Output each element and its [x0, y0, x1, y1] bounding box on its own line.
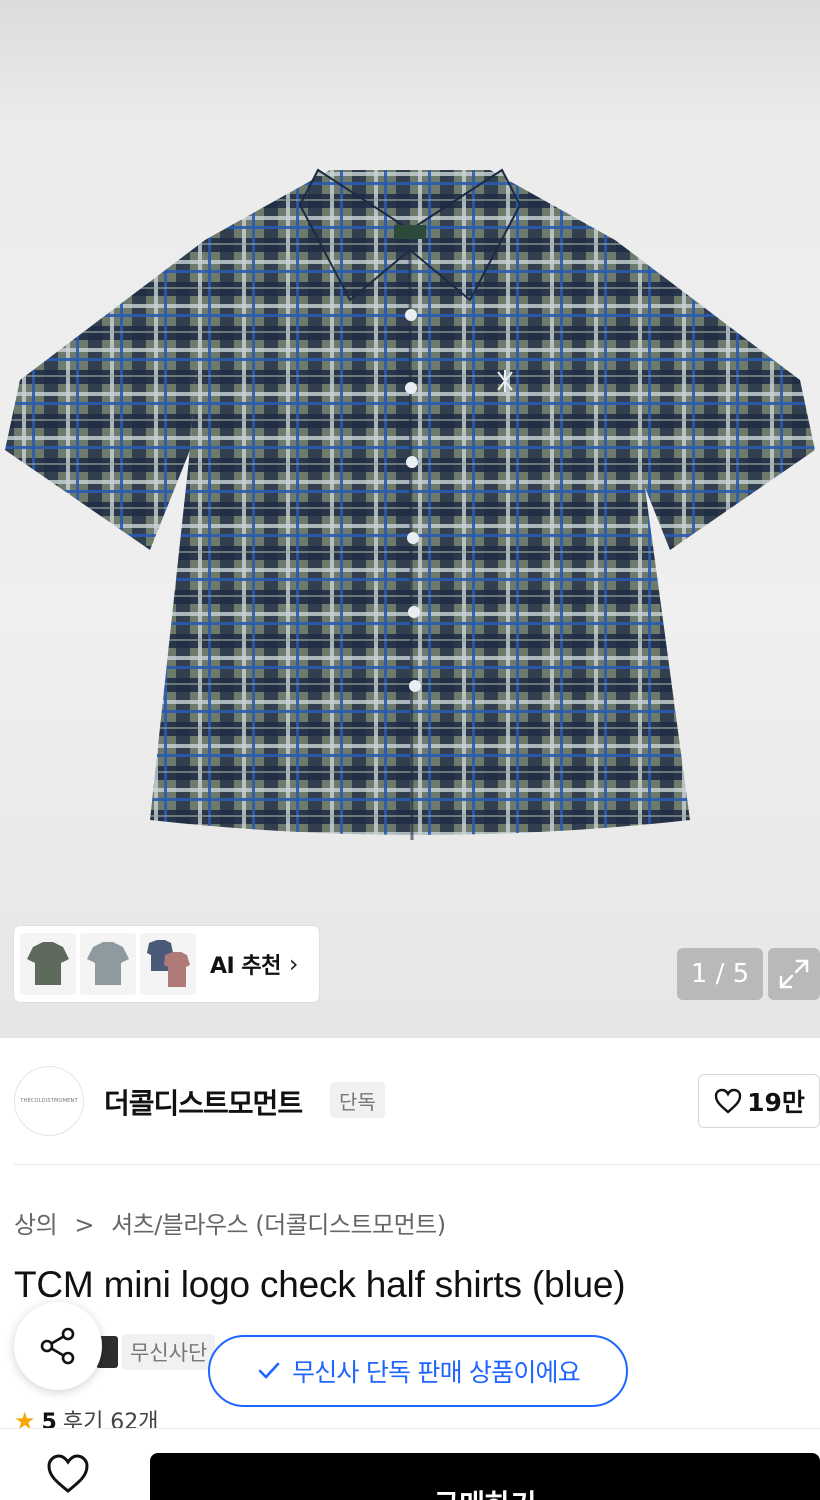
review-count: 후기 62개	[62, 1410, 159, 1428]
toast-message: 무신사 단독 판매 상품이에요	[292, 1358, 581, 1387]
brand-logo[interactable]: THECOLDISTMOMENT	[14, 1066, 84, 1136]
ai-recommend-card[interactable]: AI 추천 ›	[14, 926, 319, 1002]
product-title: TCM mini logo check half shirts (blue)	[14, 1264, 626, 1305]
image-counter: 1 / 5	[677, 948, 763, 1000]
chevron-right-icon: ›	[288, 950, 299, 978]
breadcrumb-level1[interactable]: 상의	[14, 1211, 58, 1239]
breadcrumb: 상의 > 셔츠/블라우스 (더콜디스트모먼트)	[14, 1205, 456, 1240]
bottom-action-bar: 구매하기	[0, 1428, 820, 1500]
buy-button[interactable]: 구매하기	[150, 1453, 820, 1500]
rating-row[interactable]: ★ 5 후기 62개	[14, 1404, 159, 1428]
wishlist-button[interactable]	[36, 1453, 100, 1500]
exclusive-toast: 무신사 단독 판매 상품이에요	[208, 1335, 628, 1407]
brand-name[interactable]: 더콜디스트모먼트	[104, 1082, 303, 1122]
expand-icon	[779, 959, 809, 989]
like-count: 19만	[747, 1088, 805, 1117]
buy-button-label: 구매하기	[433, 1483, 536, 1500]
breadcrumb-separator: >	[74, 1211, 94, 1239]
share-icon	[40, 1327, 75, 1365]
check-icon	[258, 1362, 280, 1379]
heart-icon	[714, 1088, 742, 1114]
rating-value: 5	[41, 1410, 57, 1428]
breadcrumb-level2[interactable]: 셔츠/블라우스 (더콜디스트모먼트)	[111, 1211, 446, 1239]
thumbnail-multi-shirt[interactable]	[140, 933, 196, 995]
brand-row: THECOLDISTMOMENT 더콜디스트모먼트 단독 19만	[14, 1066, 820, 1136]
expand-button[interactable]	[768, 948, 820, 1000]
seller-badge: 무신사단	[122, 1334, 216, 1370]
product-shirt-image	[5, 168, 815, 841]
heart-icon	[47, 1454, 89, 1493]
thumbnail-green-shirt[interactable]	[20, 933, 76, 995]
exclusive-badge: 단독	[330, 1082, 385, 1118]
star-icon: ★	[14, 1407, 36, 1428]
thumbnail-gray-shirt[interactable]	[80, 933, 136, 995]
ai-recommend-label: AI 추천	[210, 954, 281, 979]
divider	[14, 1164, 820, 1165]
share-button[interactable]	[14, 1302, 102, 1390]
brand-like-button[interactable]: 19만	[698, 1074, 820, 1128]
product-image-carousel[interactable]: AI 추천 › 1 / 5	[0, 0, 820, 1038]
